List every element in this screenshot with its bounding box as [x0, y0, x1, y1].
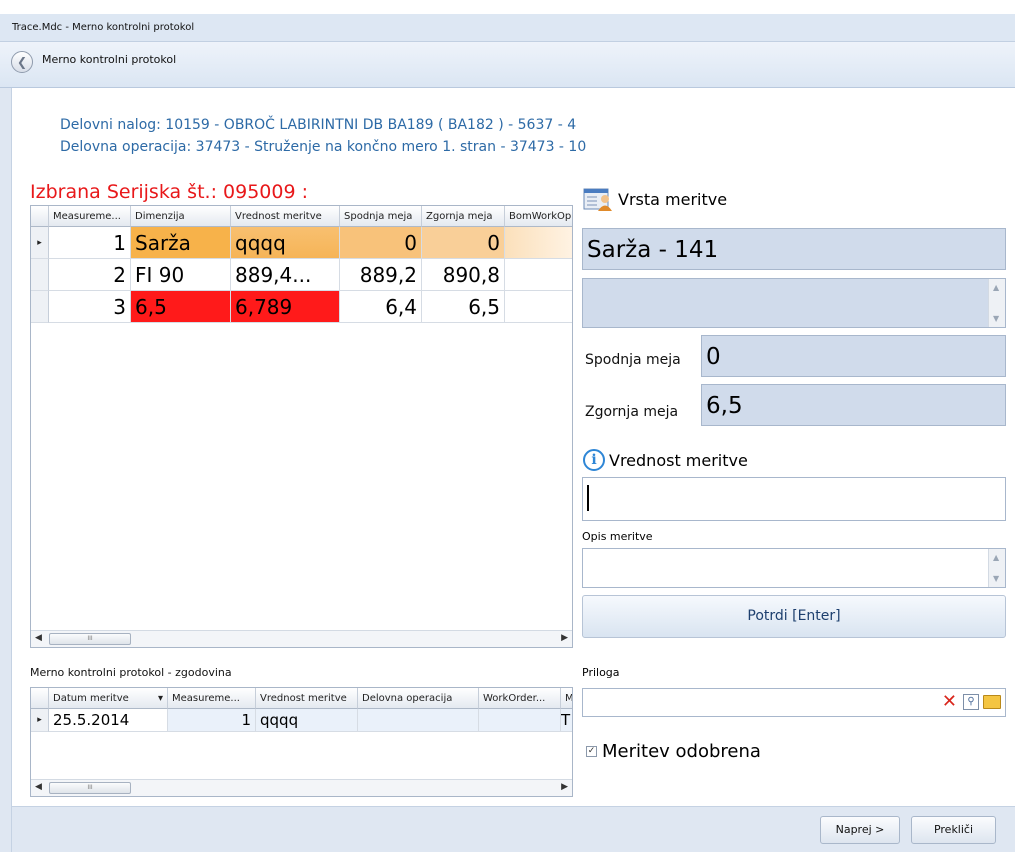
- measurement-value-label: Vrednost meritve: [609, 451, 748, 470]
- column-header-operacija[interactable]: Delovna operacija: [358, 688, 479, 709]
- description-vertical-scrollbar[interactable]: ▲ ▼: [988, 549, 1005, 587]
- column-header-spodnja[interactable]: Spodnja meja: [340, 206, 422, 227]
- lower-limit-label: Spodnja meja: [585, 352, 681, 368]
- cell-zgornja[interactable]: 0: [422, 227, 505, 259]
- row-selector[interactable]: ▸: [31, 227, 49, 259]
- cell-bomworkop[interactable]: [505, 227, 572, 259]
- upper-limit-value: 6,5: [701, 384, 1006, 426]
- cell-spodnja[interactable]: 0: [340, 227, 422, 259]
- grid-corner: [31, 206, 49, 227]
- cell-spodnja[interactable]: 6,4: [340, 291, 422, 323]
- history-grid[interactable]: Datum meritve ▾ Measureme... Vrednost me…: [30, 687, 573, 797]
- scroll-up-icon[interactable]: ▲: [993, 553, 999, 562]
- cell-operacija[interactable]: [358, 709, 479, 732]
- cell-measurement[interactable]: 2: [49, 259, 131, 291]
- scroll-up-icon[interactable]: ▲: [993, 283, 999, 292]
- cell-vrednost[interactable]: qqqq: [231, 227, 340, 259]
- window-titlebar: Trace.Mdc - Merno kontrolni protokol: [0, 14, 1015, 42]
- row-selector[interactable]: [31, 259, 49, 291]
- cancel-button[interactable]: Prekliči: [911, 816, 996, 844]
- cell-zgornja[interactable]: 890,8: [422, 259, 505, 291]
- next-button[interactable]: Naprej >: [820, 816, 900, 844]
- cell-m[interactable]: T: [561, 709, 572, 732]
- measurement-value-input[interactable]: [582, 477, 1006, 521]
- measurement-type-value: Sarža - 141: [582, 228, 1006, 270]
- navigation-bar: ❮ Merno kontrolni protokol: [0, 42, 1015, 88]
- confirm-button[interactable]: Potrdi [Enter]: [582, 595, 1006, 638]
- column-header-datum[interactable]: Datum meritve ▾: [49, 688, 168, 709]
- cell-vrednost[interactable]: 6,789: [231, 291, 340, 323]
- description-label: Opis meritve: [582, 530, 653, 543]
- datum-header-label: Datum meritve: [53, 693, 129, 704]
- cell-bomworkop[interactable]: [505, 259, 572, 291]
- cell-vrednost[interactable]: qqqq: [256, 709, 358, 732]
- attachment-field[interactable]: ✕ ⚲: [582, 688, 1006, 717]
- work-order-info: Delovni nalog: 10159 - OBROČ LABIRINTNI …: [60, 117, 577, 133]
- window-title: Trace.Mdc - Merno kontrolni protokol: [12, 22, 195, 33]
- column-header-vrednost[interactable]: Vrednost meritve: [231, 206, 340, 227]
- scroll-left-icon[interactable]: ◀: [35, 782, 42, 792]
- back-button[interactable]: ❮: [11, 51, 33, 73]
- cell-measurement[interactable]: 1: [168, 709, 256, 732]
- clear-icon[interactable]: ✕: [942, 692, 957, 712]
- cell-dimenzija[interactable]: 6,5: [131, 291, 231, 323]
- scroll-thumb[interactable]: III: [49, 633, 131, 645]
- measurements-grid[interactable]: Measureme... Dimenzija Vrednost meritve …: [30, 205, 573, 648]
- scroll-down-icon[interactable]: ▼: [993, 314, 999, 323]
- cell-bomworkop[interactable]: [505, 291, 572, 323]
- sort-desc-icon[interactable]: ▾: [158, 688, 163, 708]
- lower-limit-value: 0: [701, 335, 1006, 377]
- grid-horizontal-scrollbar[interactable]: ◀ III ▶: [31, 630, 572, 647]
- measurement-type-icon: [583, 188, 612, 211]
- cell-dimenzija[interactable]: Sarža: [131, 227, 231, 259]
- left-frame: [0, 88, 12, 852]
- column-header-measurement[interactable]: Measureme...: [168, 688, 256, 709]
- history-horizontal-scrollbar[interactable]: ◀ III ▶: [31, 779, 572, 796]
- cell-zgornja[interactable]: 6,5: [422, 291, 505, 323]
- approved-checkbox[interactable]: ✓: [586, 746, 597, 757]
- cell-spodnja[interactable]: 889,2: [340, 259, 422, 291]
- scroll-thumb[interactable]: III: [49, 782, 131, 794]
- grid-corner: [31, 688, 49, 709]
- row-selector[interactable]: [31, 291, 49, 323]
- info-icon: i: [583, 449, 605, 471]
- scroll-left-icon[interactable]: ◀: [35, 633, 42, 643]
- history-label: Merno kontrolni protokol - zgodovina: [30, 666, 232, 679]
- column-header-workorder[interactable]: WorkOrder...: [479, 688, 561, 709]
- upper-limit-label: Zgornja meja: [585, 404, 679, 420]
- memo-vertical-scrollbar[interactable]: ▲ ▼: [988, 279, 1005, 327]
- description-input[interactable]: ▲ ▼: [582, 548, 1006, 588]
- approved-label[interactable]: Meritev odobrena: [602, 741, 761, 762]
- preview-icon[interactable]: ⚲: [963, 694, 979, 710]
- measurement-type-label: Vrsta meritve: [618, 190, 728, 209]
- cell-dimenzija[interactable]: FI 90: [131, 259, 231, 291]
- cell-vrednost[interactable]: 889,4...: [231, 259, 340, 291]
- cell-workorder[interactable]: [479, 709, 561, 732]
- cell-measurement[interactable]: 1: [49, 227, 131, 259]
- cell-datum[interactable]: 25.5.2014: [49, 709, 168, 732]
- column-header-dimenzija[interactable]: Dimenzija: [131, 206, 231, 227]
- page-title: Merno kontrolni protokol: [42, 53, 177, 66]
- column-header-measurement[interactable]: Measureme...: [49, 206, 131, 227]
- scroll-right-icon[interactable]: ▶: [561, 633, 568, 643]
- scroll-down-icon[interactable]: ▼: [993, 574, 999, 583]
- column-header-vrednost[interactable]: Vrednost meritve: [256, 688, 358, 709]
- column-header-bomworkop[interactable]: BomWorkOp: [505, 206, 572, 227]
- open-folder-icon[interactable]: [983, 695, 1001, 709]
- footer-bar: Naprej > Prekliči: [12, 806, 1015, 852]
- text-caret: [587, 485, 589, 511]
- attachment-label: Priloga: [582, 666, 620, 679]
- scroll-right-icon[interactable]: ▶: [561, 782, 568, 792]
- column-header-zgornja[interactable]: Zgornja meja: [422, 206, 505, 227]
- row-selector[interactable]: ▸: [31, 709, 49, 732]
- cell-measurement[interactable]: 3: [49, 291, 131, 323]
- arrow-left-icon: ❮: [16, 55, 28, 69]
- selected-serial: Izbrana Serijska št.: 095009 :: [30, 181, 308, 203]
- operation-info: Delovna operacija: 37473 - Struženje na …: [60, 139, 587, 155]
- measurement-description-memo[interactable]: ▲ ▼: [582, 278, 1006, 328]
- column-header-m[interactable]: M: [561, 688, 572, 709]
